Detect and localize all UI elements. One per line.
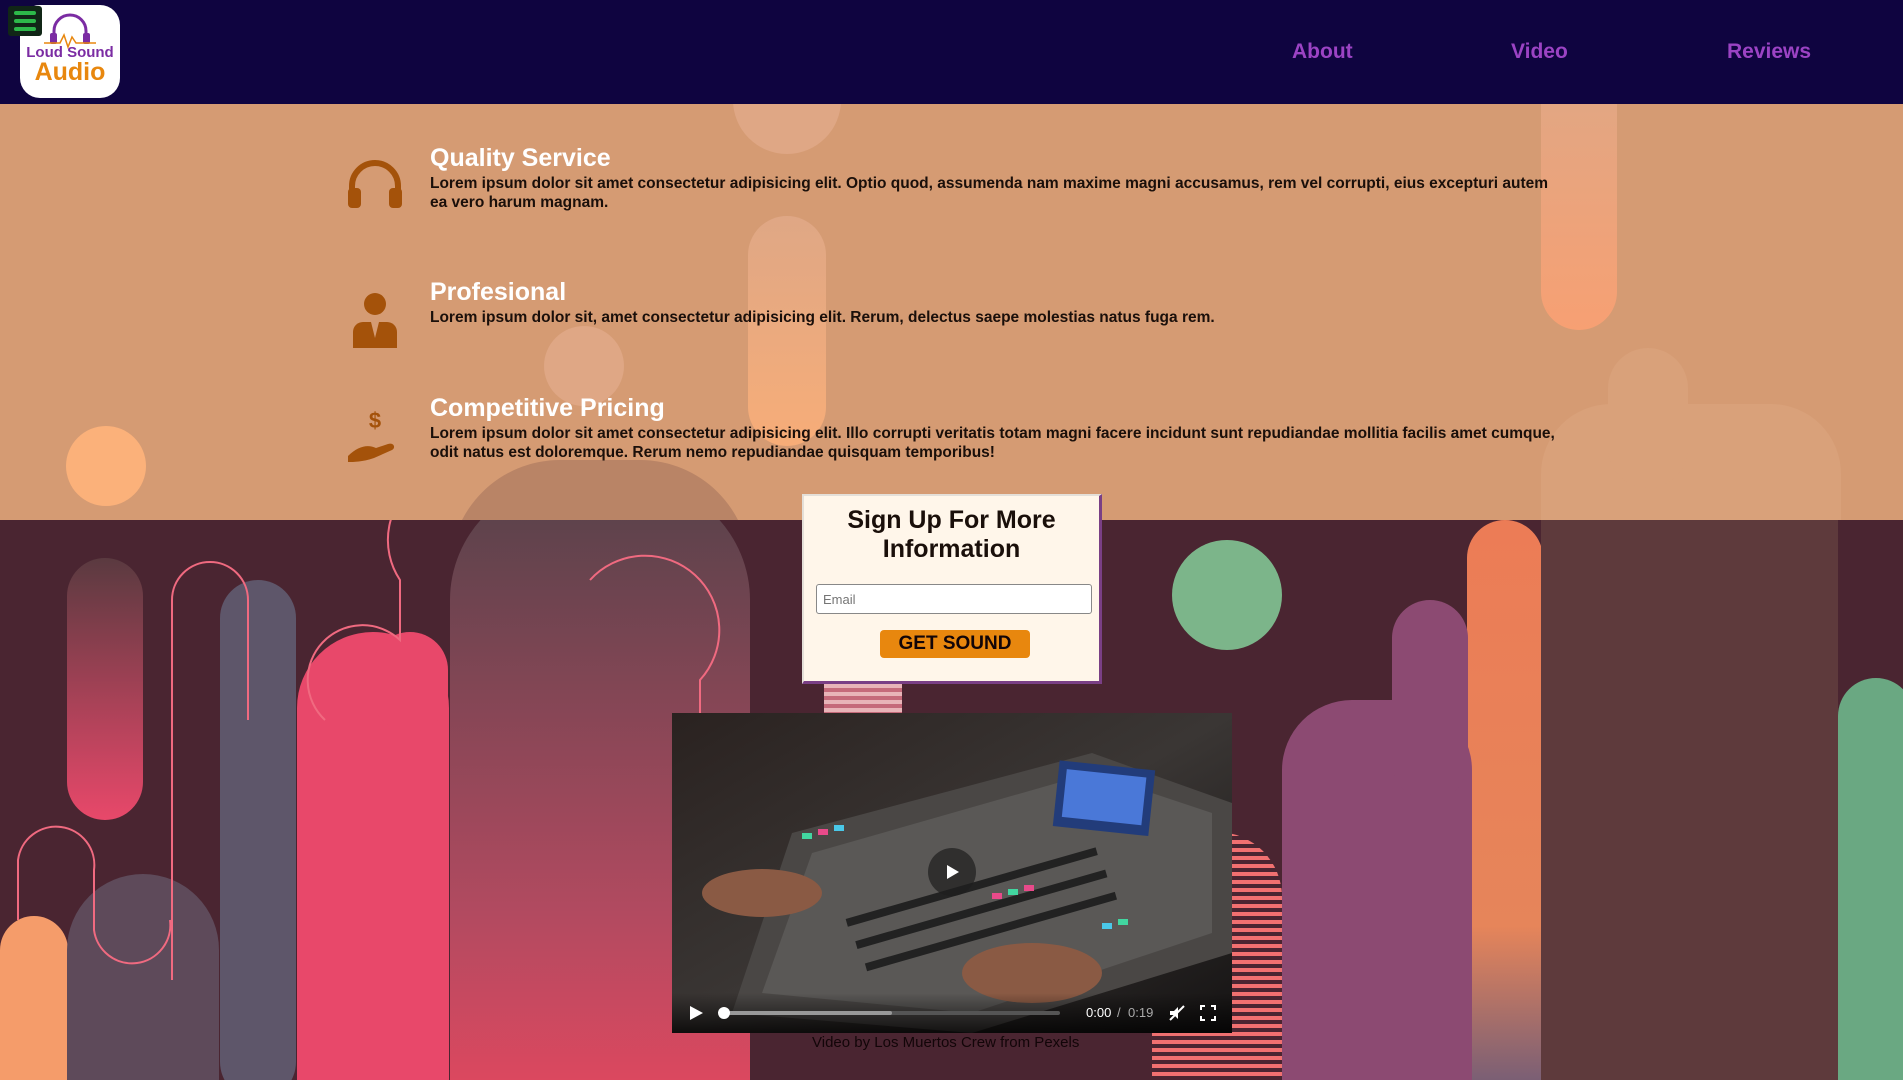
video-controls: 0:00 / 0:19 xyxy=(672,993,1232,1033)
decor-pill-right xyxy=(1541,104,1617,330)
video-credit: Video by Los Muertos Crew from Pexels xyxy=(812,1034,1080,1051)
hand-dollar-icon: $ xyxy=(348,408,395,462)
duration: 0:19 xyxy=(1128,1005,1154,1020)
svg-text:$: $ xyxy=(369,408,381,433)
headphones-icon xyxy=(348,160,402,208)
feature-title: Quality Service xyxy=(430,144,611,172)
headphones-logo-icon xyxy=(44,13,96,49)
time-separator: / xyxy=(1117,1005,1121,1020)
decor-dotted-circle xyxy=(733,104,841,154)
get-sound-button[interactable]: GET SOUND xyxy=(880,630,1030,658)
big-play-button[interactable] xyxy=(928,848,976,896)
features-section: Quality Service Lorem ipsum dolor sit am… xyxy=(0,104,1903,520)
signup-form: Sign Up For More Information GET SOUND xyxy=(802,494,1102,684)
feature-text: Lorem ipsum dolor sit amet consectetur a… xyxy=(430,175,1549,211)
nav-link-about[interactable]: About xyxy=(1292,40,1353,64)
fullscreen-icon[interactable] xyxy=(1200,1005,1216,1021)
decor-circle-left xyxy=(66,426,146,506)
navbar: Loud Sound Audio About Video Reviews xyxy=(0,0,1903,104)
seek-buffered xyxy=(720,1011,892,1015)
feature-title: Profesional xyxy=(430,278,567,306)
decor-cloud xyxy=(1541,404,1841,520)
play-icon[interactable] xyxy=(688,1005,704,1021)
logo-text-line2: Audio xyxy=(34,58,106,86)
nav-link-reviews[interactable]: Reviews xyxy=(1727,40,1811,64)
decor-dark-arch xyxy=(450,460,750,520)
signup-title: Sign Up For More Information xyxy=(847,506,1056,563)
nav-link-video[interactable]: Video xyxy=(1511,40,1568,64)
current-time: 0:00 xyxy=(1086,1005,1112,1020)
email-input[interactable] xyxy=(816,584,1092,614)
businessman-icon xyxy=(353,293,397,348)
feature-text: Lorem ipsum dolor sit, amet consectetur … xyxy=(430,309,1215,326)
video-player[interactable]: 0:00 / 0:19 xyxy=(672,713,1232,1033)
decor-pill xyxy=(748,216,826,446)
decor-cloud-bump xyxy=(1608,348,1688,488)
seek-thumb[interactable] xyxy=(718,1007,730,1019)
feature-text: Lorem ipsum dolor sit amet consectetur a… xyxy=(430,425,1555,461)
feature-title: Competitive Pricing xyxy=(430,394,665,422)
hamburger-menu-icon[interactable] xyxy=(8,6,42,36)
mute-icon[interactable] xyxy=(1168,1004,1186,1022)
seek-bar[interactable] xyxy=(718,1007,1060,1019)
play-icon xyxy=(947,865,959,879)
